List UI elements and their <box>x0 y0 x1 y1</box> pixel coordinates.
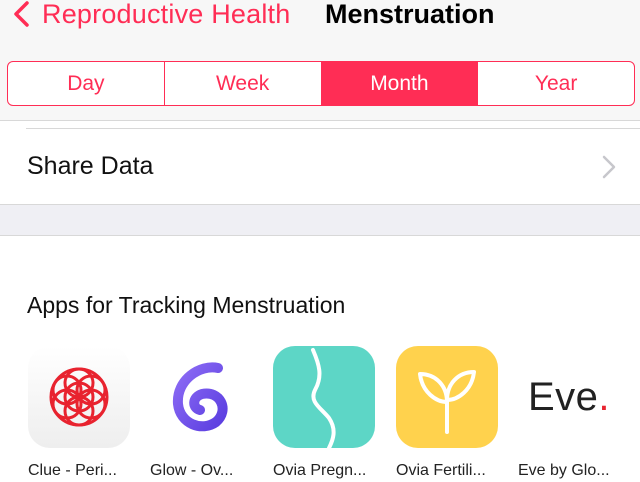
time-range-segmented-control: Day Week Month Year <box>7 61 635 106</box>
clue-flower-icon <box>28 346 130 448</box>
segment-day[interactable]: Day <box>8 62 165 105</box>
share-data-label: Share Data <box>27 152 154 180</box>
app-clue[interactable]: Clue - Peri... <box>28 346 134 479</box>
glow-g-icon <box>150 346 252 448</box>
eve-wordmark-icon: Eve. <box>518 346 620 448</box>
eve-wordmark-dot: . <box>598 374 611 419</box>
app-ovia-pregnancy[interactable]: Ovia Pregn... <box>273 346 379 479</box>
apps-section-title: Apps for Tracking Menstruation <box>27 292 346 318</box>
page-title: Menstruation <box>325 0 495 29</box>
section-spacer <box>0 204 640 236</box>
app-name: Clue - Peri... <box>28 462 117 479</box>
navigation-bar: Reproductive Health Menstruation <box>0 0 640 40</box>
segment-week[interactable]: Week <box>165 62 322 105</box>
chevron-right-icon <box>602 155 616 179</box>
back-button-label: Reproductive Health <box>42 0 291 29</box>
back-button[interactable]: Reproductive Health <box>12 0 290 34</box>
app-glow[interactable]: Glow - Ov... <box>150 346 256 479</box>
segment-year[interactable]: Year <box>478 62 634 105</box>
app-name: Glow - Ov... <box>150 462 234 479</box>
app-name: Eve by Glo... <box>518 462 610 479</box>
app-name: Ovia Pregn... <box>273 462 367 479</box>
header-divider <box>0 120 640 121</box>
segment-month[interactable]: Month <box>321 62 479 105</box>
chevron-left-icon <box>14 1 29 27</box>
app-name: Ovia Fertili... <box>396 462 486 479</box>
share-data-row[interactable]: Share Data <box>0 129 640 204</box>
navigation-header: Reproductive Health Menstruation Day Wee… <box>0 0 640 120</box>
app-eve[interactable]: Eve. Eve by Glo... <box>518 346 624 479</box>
ovia-fertility-sprout-icon <box>396 346 498 448</box>
ovia-pregnancy-icon <box>273 346 375 448</box>
eve-wordmark-text: Eve <box>527 374 599 419</box>
app-ovia-fertility[interactable]: Ovia Fertili... <box>396 346 502 479</box>
